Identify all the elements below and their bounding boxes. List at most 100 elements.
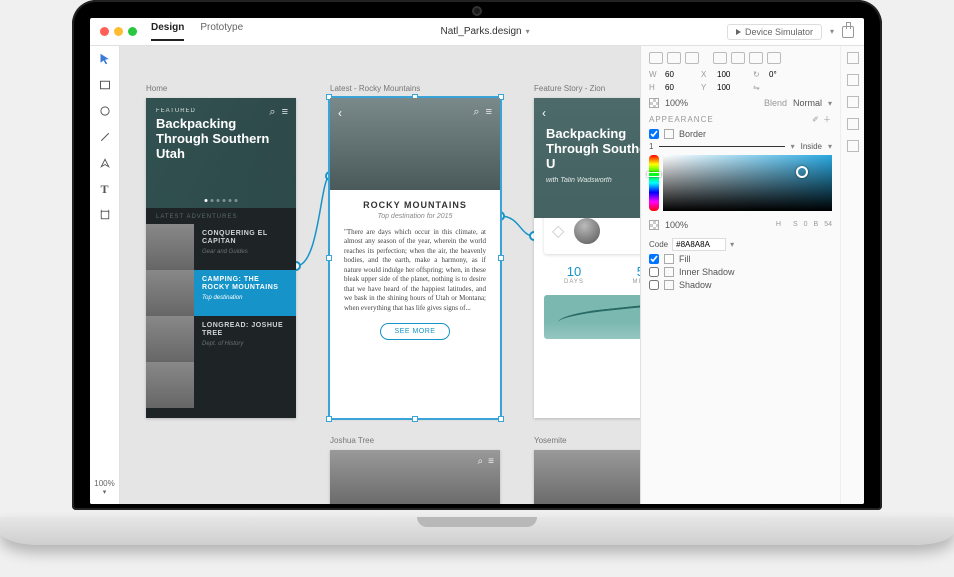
inner-shadow-checkbox[interactable] — [649, 267, 659, 277]
fill-checkbox[interactable] — [649, 254, 659, 264]
pen-tool[interactable] — [98, 156, 112, 170]
close-window-button[interactable] — [100, 27, 109, 36]
list-header: LATEST ADVENTURES — [146, 208, 296, 224]
s-value[interactable]: 0 — [804, 221, 808, 228]
feature-title: Backpacking Through Southern U — [546, 126, 640, 171]
saturation-value-plane[interactable] — [663, 155, 832, 211]
fill-label: Fill — [679, 254, 691, 264]
align-center-icon[interactable] — [667, 52, 681, 64]
ellipse-tool[interactable] — [98, 104, 112, 118]
stat-label: MILES — [614, 279, 640, 285]
search-icon: ⌕ — [473, 106, 479, 119]
align-right-icon[interactable] — [685, 52, 699, 64]
zoom-indicator[interactable]: 100% ▾ — [94, 479, 114, 496]
flip-icon[interactable]: ⇋ — [753, 83, 763, 92]
select-tool[interactable] — [98, 52, 112, 66]
article-subtitle: Top destination for 2015 — [344, 213, 486, 220]
simulator-label: Device Simulator — [745, 27, 813, 37]
artboard-joshua[interactable]: Joshua Tree ⌕≡ — [330, 450, 500, 504]
alpha-value[interactable]: 100% — [665, 220, 688, 230]
tab-design[interactable]: Design — [151, 22, 184, 41]
stroke-width-input[interactable]: 1 — [649, 142, 653, 151]
y-input[interactable] — [717, 83, 747, 92]
main-area: T 100% ▾ — [90, 46, 864, 504]
artboard-label: Home — [146, 84, 167, 93]
b-label: B — [814, 221, 819, 228]
x-input[interactable] — [717, 70, 747, 79]
artboard-home[interactable]: Home ⌕ ≡ FEATURED Backpacking Through So… — [146, 98, 296, 418]
list-item[interactable]: CONQUERING EL CAPITANGear and Guides — [146, 224, 296, 270]
chevron-down-icon[interactable]: ▾ — [828, 142, 832, 151]
border-swatch[interactable] — [664, 129, 674, 139]
resize-handle[interactable] — [498, 416, 504, 422]
canvas[interactable]: Home ⌕ ≡ FEATURED Backpacking Through So… — [120, 46, 640, 504]
list-item[interactable] — [146, 362, 296, 408]
shadow-swatch[interactable] — [664, 280, 674, 290]
minimize-window-button[interactable] — [114, 27, 123, 36]
window-controls — [100, 27, 137, 36]
panel-icon[interactable] — [847, 74, 859, 86]
blend-mode-select[interactable]: Normal — [793, 98, 822, 108]
add-icon[interactable]: ＋ — [823, 115, 832, 124]
text-tool[interactable]: T — [98, 182, 112, 196]
see-more-button[interactable]: SEE MORE — [380, 323, 451, 340]
panel-icon[interactable] — [847, 140, 859, 152]
align-bottom-icon[interactable] — [749, 52, 763, 64]
color-picker[interactable] — [649, 155, 832, 211]
feature-hero: ‹ ⌕ ≡ Backpacking Through Southern U wit… — [534, 98, 640, 218]
chevron-down-icon[interactable]: ▾ — [730, 240, 734, 249]
artboard-tool[interactable] — [98, 208, 112, 222]
shadow-checkbox[interactable] — [649, 280, 659, 290]
fill-swatch[interactable] — [664, 254, 674, 264]
list-item-selected[interactable]: CAMPING: THE ROCKY MOUNTAINSTop destinat… — [146, 270, 296, 316]
artboard-article[interactable]: Latest - Rocky Mountains ‹ ⌕ — [330, 98, 500, 418]
resize-handle[interactable] — [326, 255, 332, 261]
b-value[interactable]: 54 — [824, 221, 832, 228]
rectangle-tool[interactable] — [98, 78, 112, 92]
bookmark-icon: ◇ — [552, 221, 564, 241]
opacity-value[interactable]: 100% — [665, 98, 688, 108]
chevron-down-icon: ▾ — [94, 488, 114, 496]
hero-title: Backpacking Through Southern Utah — [156, 117, 286, 162]
maximize-window-button[interactable] — [128, 27, 137, 36]
opacity-swatch — [649, 98, 659, 108]
rotate-input[interactable] — [769, 70, 799, 79]
properties-panel: W X ↻ H Y ⇋ — [640, 46, 840, 504]
eyedropper-icon[interactable]: ✐ — [812, 115, 820, 124]
border-checkbox[interactable] — [649, 129, 659, 139]
artboard-label: Feature Story - Zion — [534, 84, 605, 93]
document-title[interactable]: Natl_Parks.design ▾ — [440, 26, 529, 37]
share-icon[interactable] — [842, 26, 854, 38]
device-simulator-button[interactable]: Device Simulator — [727, 24, 822, 40]
align-middle-icon[interactable] — [731, 52, 745, 64]
artboard-yosemite[interactable]: Yosemite ⌕≡ — [534, 450, 640, 504]
chevron-down-icon[interactable]: ▾ — [791, 142, 795, 151]
align-tools — [649, 52, 832, 64]
tab-prototype[interactable]: Prototype — [200, 22, 243, 41]
stroke-position[interactable]: Inside — [801, 142, 822, 151]
panel-icon[interactable] — [847, 52, 859, 64]
article-body: "There are days which occur in this clim… — [344, 228, 486, 313]
code-label: Code — [649, 240, 668, 249]
panel-icon[interactable] — [847, 118, 859, 130]
resize-handle[interactable] — [498, 255, 504, 261]
line-tool[interactable] — [98, 130, 112, 144]
resize-handle[interactable] — [326, 416, 332, 422]
list-item[interactable]: LONGREAD: JOSHUE TREEDept. of History — [146, 316, 296, 362]
hue-slider[interactable] — [649, 155, 659, 211]
height-input[interactable] — [665, 83, 695, 92]
panel-icon[interactable] — [847, 96, 859, 108]
x-label: X — [701, 70, 711, 79]
artboard-feature[interactable]: Feature Story - Zion ‹ ⌕ ≡ Backpacking T… — [534, 98, 640, 418]
width-input[interactable] — [665, 70, 695, 79]
distribute-icon[interactable] — [767, 52, 781, 64]
menu-icon: ≡ — [488, 456, 494, 467]
inner-shadow-swatch[interactable] — [664, 267, 674, 277]
item-title: CAMPING: THE ROCKY MOUNTAINS — [202, 276, 288, 293]
chevron-down-icon[interactable]: ▾ — [830, 27, 834, 36]
resize-handle[interactable] — [412, 416, 418, 422]
align-left-icon[interactable] — [649, 52, 663, 64]
thumbnail — [146, 316, 194, 362]
color-code-input[interactable] — [672, 238, 726, 251]
align-top-icon[interactable] — [713, 52, 727, 64]
